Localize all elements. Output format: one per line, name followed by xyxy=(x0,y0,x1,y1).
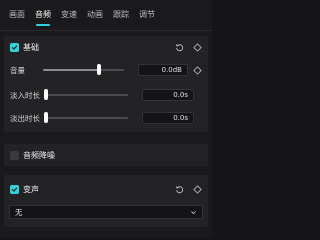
basic-section: 基础 音量 0.0dB 淡入时长 0.0s 淡出时长 0.0s xyxy=(4,36,208,132)
audio-properties-panel: 画面 音频 变速 动画 跟踪 调节 基础 音量 0.0dB 淡入时长 0.0s … xyxy=(0,0,212,238)
tab-audio[interactable]: 音频 xyxy=(30,0,56,30)
reset-icon[interactable] xyxy=(175,43,184,52)
reset-icon[interactable] xyxy=(175,185,184,194)
check-icon xyxy=(11,45,18,50)
volume-slider-fill xyxy=(42,69,99,71)
chevron-down-icon xyxy=(190,209,197,216)
basic-enable-checkbox[interactable] xyxy=(10,42,19,52)
volume-slider[interactable] xyxy=(42,64,124,75)
volume-value-field[interactable]: 0.0dB xyxy=(137,64,188,76)
voice-change-section: 变声 xyxy=(4,175,208,227)
fade-in-label: 淡入时长 xyxy=(10,90,40,100)
tab-video[interactable]: 画面 xyxy=(4,0,30,30)
tab-speed[interactable]: 变速 xyxy=(56,0,82,30)
volume-keyframe-icon[interactable] xyxy=(193,65,202,75)
volume-row: 音量 0.0dB xyxy=(10,63,202,77)
keyframe-diamond-icon[interactable] xyxy=(193,42,202,52)
basic-section-title: 基础 xyxy=(23,42,39,52)
noise-reduction-checkbox[interactable] xyxy=(10,150,19,160)
tab-bar: 画面 音频 变速 动画 跟踪 调节 xyxy=(0,0,212,30)
fade-out-row: 淡出时长 0.0s xyxy=(10,111,202,125)
fade-in-slider-handle[interactable] xyxy=(44,89,48,100)
noise-reduction-title: 音频降噪 xyxy=(23,150,55,160)
noise-reduction-section: 音频降噪 xyxy=(4,144,208,166)
fade-in-row: 淡入时长 0.0s xyxy=(10,88,202,102)
volume-label: 音量 xyxy=(10,65,25,75)
voice-change-title: 变声 xyxy=(23,184,39,194)
tab-adjust[interactable]: 调节 xyxy=(134,0,160,30)
fade-out-slider-handle[interactable] xyxy=(44,112,48,123)
volume-slider-handle[interactable] xyxy=(96,64,101,75)
fade-out-slider[interactable] xyxy=(44,112,128,123)
tab-divider xyxy=(0,30,212,31)
keyframe-diamond-icon[interactable] xyxy=(193,184,202,194)
check-icon xyxy=(11,187,18,192)
tab-animation[interactable]: 动画 xyxy=(82,0,108,30)
fade-out-label: 淡出时长 xyxy=(10,113,40,123)
fade-in-value-field[interactable]: 0.0s xyxy=(142,89,194,101)
voice-change-checkbox[interactable] xyxy=(10,184,19,194)
basic-section-header: 基础 xyxy=(10,39,202,55)
voice-effect-selected-value: 无 xyxy=(15,207,23,217)
tab-tracking[interactable]: 跟踪 xyxy=(108,0,134,30)
fade-out-value-field[interactable]: 0.0s xyxy=(142,112,194,124)
voice-effect-select[interactable]: 无 xyxy=(9,205,203,219)
fade-in-slider[interactable] xyxy=(44,89,128,100)
